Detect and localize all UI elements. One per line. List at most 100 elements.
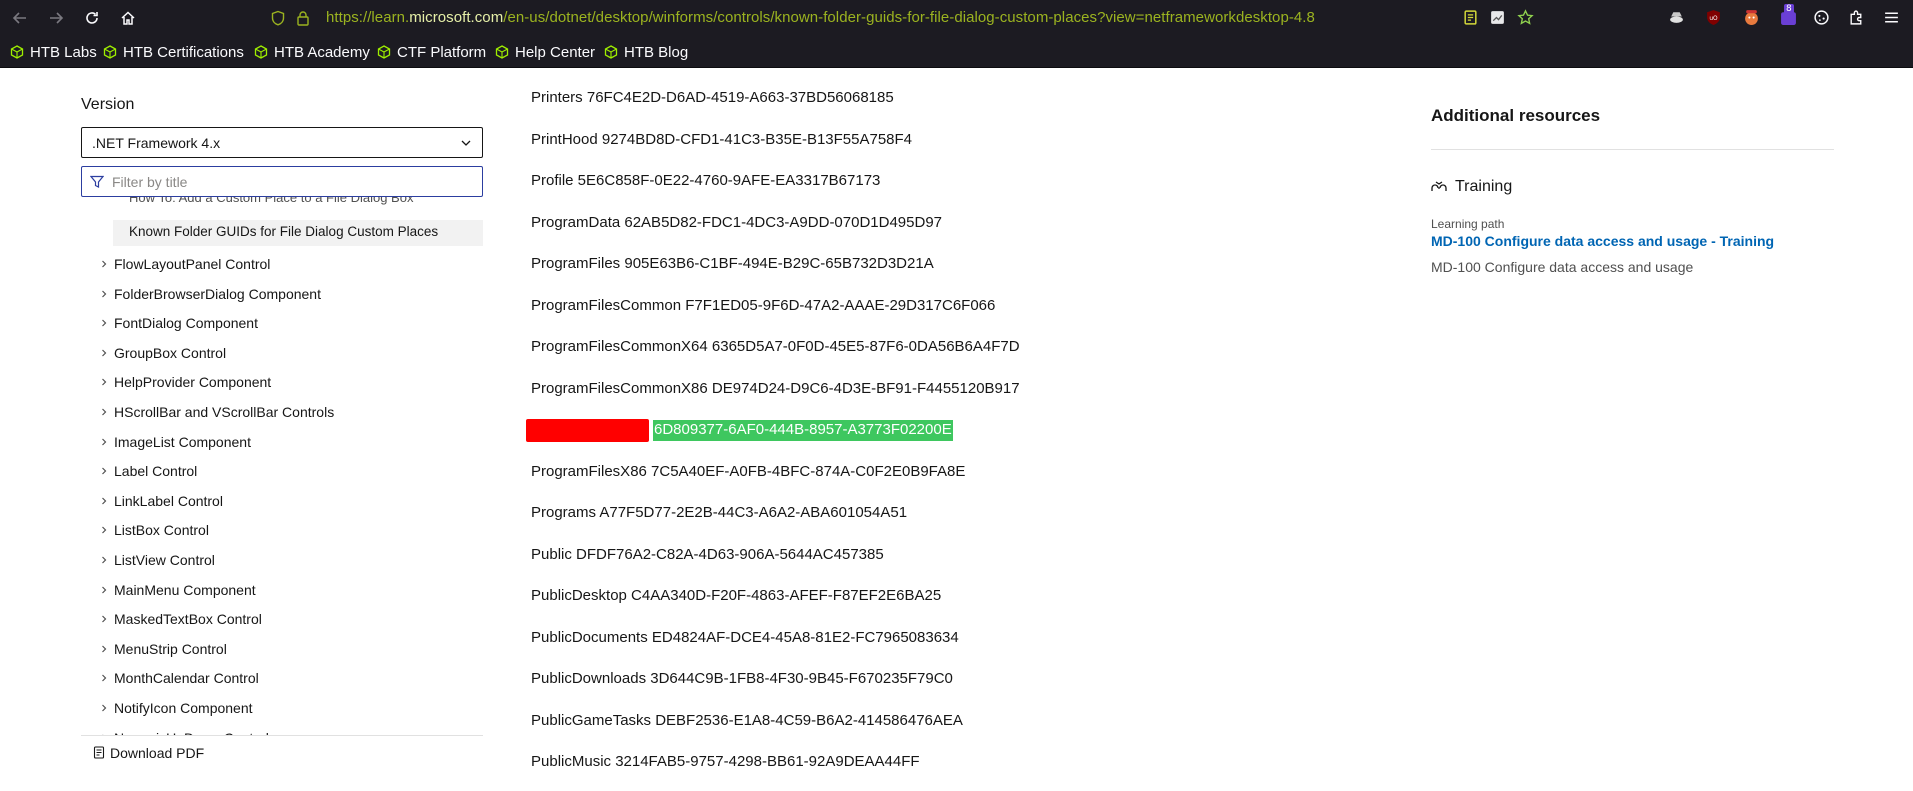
redaction-box — [526, 419, 649, 442]
cookie-editor-icon[interactable] — [1811, 7, 1831, 27]
back-button[interactable] — [8, 6, 32, 30]
toc-item[interactable]: ListView Control — [99, 550, 215, 570]
bookmark-help-center[interactable]: Help Center — [495, 42, 595, 62]
htb-cube-icon — [10, 45, 24, 59]
version-select[interactable]: .NET Framework 4.x — [81, 127, 483, 158]
home-button[interactable] — [116, 6, 140, 30]
bookmark-htb-labs[interactable]: HTB Labs — [10, 42, 97, 62]
chevron-right-icon — [102, 497, 107, 505]
toc-item[interactable]: NumericUpDown Control — [99, 728, 269, 735]
chevron-right-icon — [102, 349, 107, 357]
incognito-extension-icon[interactable] — [1666, 7, 1686, 27]
filter-by-title-field[interactable] — [81, 166, 483, 197]
toc-item-label: MaskedTextBox Control — [114, 611, 262, 628]
chevron-right-icon — [102, 378, 107, 386]
guid-entry: PublicGameTasks DEBF2536-E1A8-4C59-B6A2-… — [531, 711, 963, 729]
forward-button[interactable] — [44, 6, 68, 30]
toc-item[interactable]: GroupBox Control — [99, 343, 226, 363]
toc-item-label: ListBox Control — [114, 522, 209, 539]
guid-entry: Programs A77F5D77-2E2B-44C3-A6A2-ABA6010… — [531, 504, 908, 521]
bookmark-label: HTB Labs — [30, 43, 97, 61]
chevron-right-icon — [102, 467, 107, 475]
toc-item[interactable]: Label Control — [99, 461, 197, 481]
url-text[interactable]: https://learn.microsoft.com/en-us/dotnet… — [326, 9, 1315, 26]
toc-item-label: Label Control — [114, 463, 198, 480]
guid-entry: ProgramFilesX86 7C5A40EF-A0FB-4BFC-874A-… — [531, 462, 966, 480]
training-icon — [1431, 181, 1447, 191]
arrow-left-icon — [12, 12, 26, 24]
bookmark-ctf-platform[interactable]: CTF Platform — [377, 42, 486, 62]
table-of-contents: How To: Add a Custom Place to a File Dia… — [81, 197, 483, 735]
bookmark-label: HTB Certifications — [123, 43, 244, 61]
bookmark-label: CTF Platform — [397, 43, 487, 61]
menu-hamburger-icon[interactable] — [1881, 7, 1901, 27]
toc-item[interactable]: FontDialog Component — [99, 313, 258, 333]
guid-entry: PublicDesktop C4AA340D-F20F-4863-AFEF-F8… — [531, 587, 942, 604]
bookmark-htb-academy[interactable]: HTB Academy — [254, 42, 370, 62]
chevron-right-icon — [102, 438, 107, 446]
training-description: MD-100 Configure data access and usage — [1431, 259, 1694, 275]
screenshot-icon[interactable] — [1487, 7, 1507, 27]
toc-item-label: HScrollBar and VScrollBar Controls — [114, 404, 335, 420]
chevron-right-icon — [102, 408, 107, 416]
reload-icon — [86, 12, 98, 24]
filter-input[interactable] — [112, 172, 472, 192]
download-pdf-label: Download PDF — [110, 744, 205, 761]
reader-view-icon[interactable] — [1460, 7, 1480, 27]
toc-item-label: MainMenu Component — [114, 581, 256, 598]
reload-button[interactable] — [80, 6, 104, 30]
toc-item[interactable]: HScrollBar and VScrollBar Controls — [99, 402, 334, 422]
toc-item[interactable]: ImageList Component — [99, 432, 251, 452]
guid-entry: PublicMusic 3214FAB5-9757-4298-BB61-92A9… — [531, 753, 920, 770]
toc-item-label: FlowLayoutPanel Control — [114, 256, 271, 272]
lock-icon[interactable] — [296, 10, 310, 26]
guid-entry: PublicDocuments ED4824AF-DCE4-45A8-81E2-… — [531, 628, 959, 646]
training-link[interactable]: MD-100 Configure data access and usage -… — [1431, 233, 1774, 249]
home-icon — [121, 11, 135, 25]
htb-cube-icon — [495, 45, 509, 59]
bookmark-htb-certifications[interactable]: HTB Certifications — [103, 42, 244, 62]
arrow-right-icon — [50, 12, 64, 24]
toc-item-label: FontDialog Component — [114, 315, 258, 332]
divider — [1431, 149, 1834, 150]
extension-badge-icon[interactable]: 8 — [1778, 4, 1798, 27]
guid-entry: ProgramFiles 905E63B6-C1BF-494E-B29C-65B… — [531, 255, 934, 272]
extensions-puzzle-icon[interactable] — [1846, 7, 1866, 27]
toc-item[interactable]: FolderBrowserDialog Component — [99, 284, 321, 304]
bookmark-label: HTB Academy — [274, 43, 370, 61]
toc-item[interactable]: MenuStrip Control — [99, 639, 227, 659]
toc-item[interactable]: MaskedTextBox Control — [99, 609, 262, 629]
toc-item[interactable]: LinkLabel Control — [99, 491, 223, 511]
toc-item-label: MenuStrip Control — [114, 640, 227, 657]
toc-item-label: MonthCalendar Control — [114, 670, 259, 687]
training-heading: Training — [1455, 178, 1513, 195]
guid-entry: PrintHood 9274BD8D-CFD1-41C3-B35E-B13F55… — [531, 130, 913, 148]
chevron-right-icon — [102, 290, 107, 298]
highlighted-guid[interactable]: 6D809377-6AF0-444B-8957-A3773F02200E — [653, 420, 953, 441]
chevron-right-icon — [102, 526, 107, 534]
toc-item[interactable]: ListBox Control — [99, 520, 209, 540]
foxyproxy-icon[interactable] — [1741, 7, 1761, 27]
address-bar[interactable]: https://learn.microsoft.com/en-us/dotnet… — [262, 4, 1542, 32]
bookmark-label: Help Center — [515, 43, 596, 61]
toc-item-add-custom-place[interactable]: How To: Add a Custom Place to a File Dia… — [129, 197, 413, 205]
ublock-origin-icon[interactable]: uO — [1703, 7, 1723, 27]
learning-path-label: Learning path — [1431, 217, 1505, 231]
toc-item[interactable]: MainMenu Component — [99, 580, 256, 600]
toc-item-label: HelpProvider Component — [114, 374, 272, 391]
toc-item[interactable]: NotifyIcon Component — [99, 698, 253, 718]
training-section-heading: Training — [1431, 178, 1512, 196]
toc-item-label: LinkLabel Control — [114, 492, 223, 509]
htb-cube-icon — [604, 45, 618, 59]
download-pdf-button[interactable]: Download PDF — [81, 735, 483, 769]
chevron-right-icon — [102, 319, 107, 327]
toc-item[interactable]: HelpProvider Component — [99, 372, 271, 392]
bookmark-htb-blog[interactable]: HTB Blog — [604, 42, 688, 62]
toc-item[interactable]: MonthCalendar Control — [99, 668, 259, 688]
toc-item-current[interactable]: Known Folder GUIDs for File Dialog Custo… — [113, 220, 483, 246]
guid-entry: Public DFDF76A2-C82A-4D63-906A-5644AC457… — [531, 545, 884, 563]
chevron-right-icon — [102, 615, 107, 623]
bookmark-star-icon[interactable] — [1515, 7, 1535, 27]
tracking-shield-icon[interactable] — [270, 10, 286, 26]
toc-item[interactable]: FlowLayoutPanel Control — [99, 254, 270, 274]
